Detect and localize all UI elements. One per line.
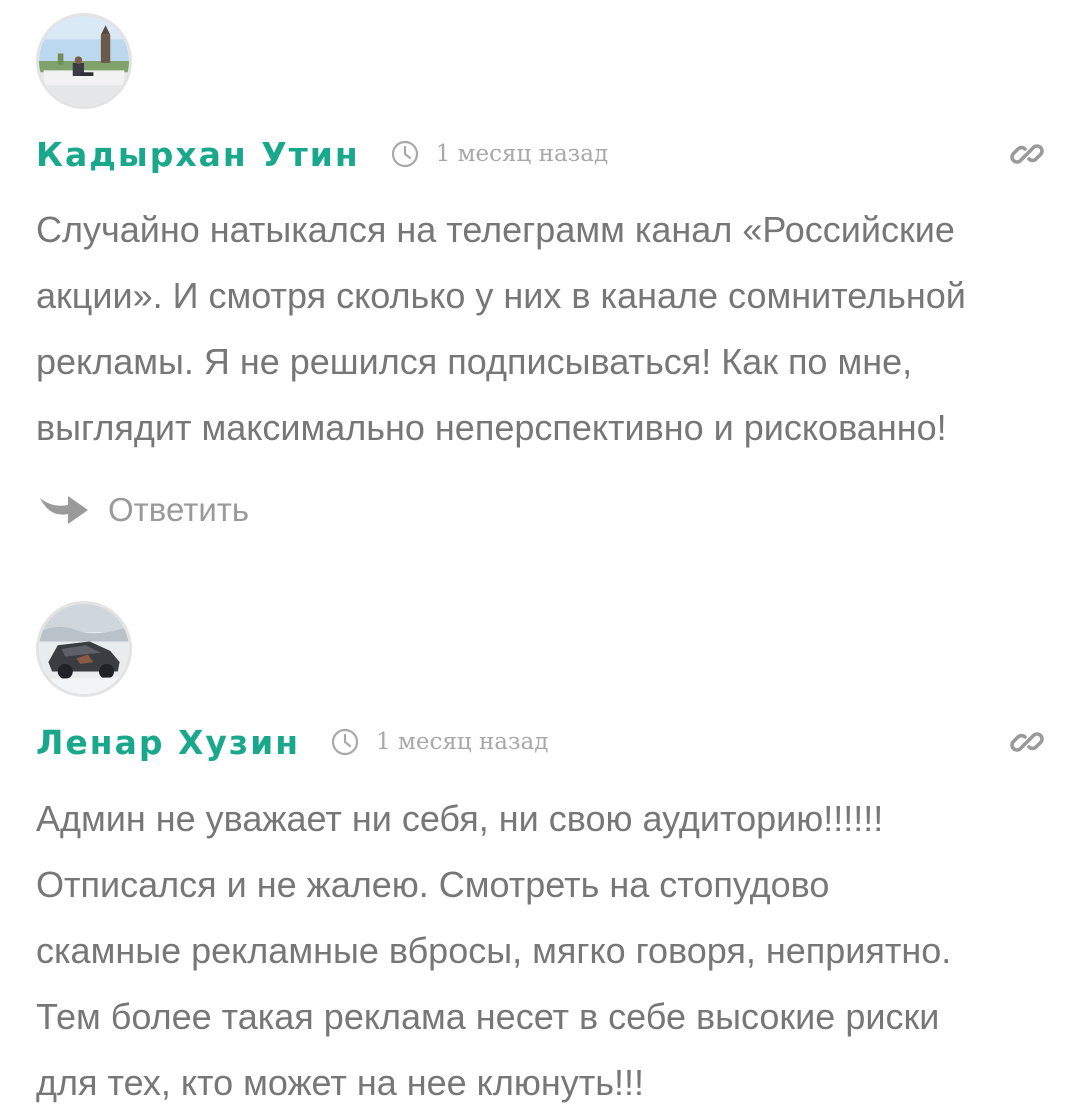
reply-label: Ответить <box>108 491 250 528</box>
time-label: 1 месяц назад <box>435 141 609 167</box>
comment-meta: Кадырхан Утин 1 месяц назад <box>36 129 1044 179</box>
comment-meta: Ленар Хузин 1 месяц назад <box>36 717 1044 767</box>
clock-icon <box>330 727 360 757</box>
comment-time[interactable]: 1 месяц назад <box>390 139 608 169</box>
link-icon[interactable] <box>1010 725 1044 759</box>
comment-text: Случайно натыкался на телеграмм канал «Р… <box>36 209 966 448</box>
avatar[interactable] <box>36 13 132 109</box>
comment-text: Админ не уважает ни себя, ни свою аудито… <box>36 798 952 1103</box>
author-name[interactable]: Ленар Хузин <box>36 723 300 762</box>
avatar[interactable] <box>36 601 132 697</box>
comment-time[interactable]: 1 месяц назад <box>330 727 548 757</box>
author-name[interactable]: Кадырхан Утин <box>36 135 360 174</box>
reply-arrow-icon <box>36 490 92 530</box>
clock-icon <box>390 139 420 169</box>
link-icon[interactable] <box>1010 137 1044 171</box>
time-label: 1 месяц назад <box>376 729 549 755</box>
avatar-photo-monument-icon <box>39 16 129 106</box>
reply-button[interactable]: Ответить <box>36 490 249 530</box>
avatar-photo-car-icon <box>39 604 129 694</box>
